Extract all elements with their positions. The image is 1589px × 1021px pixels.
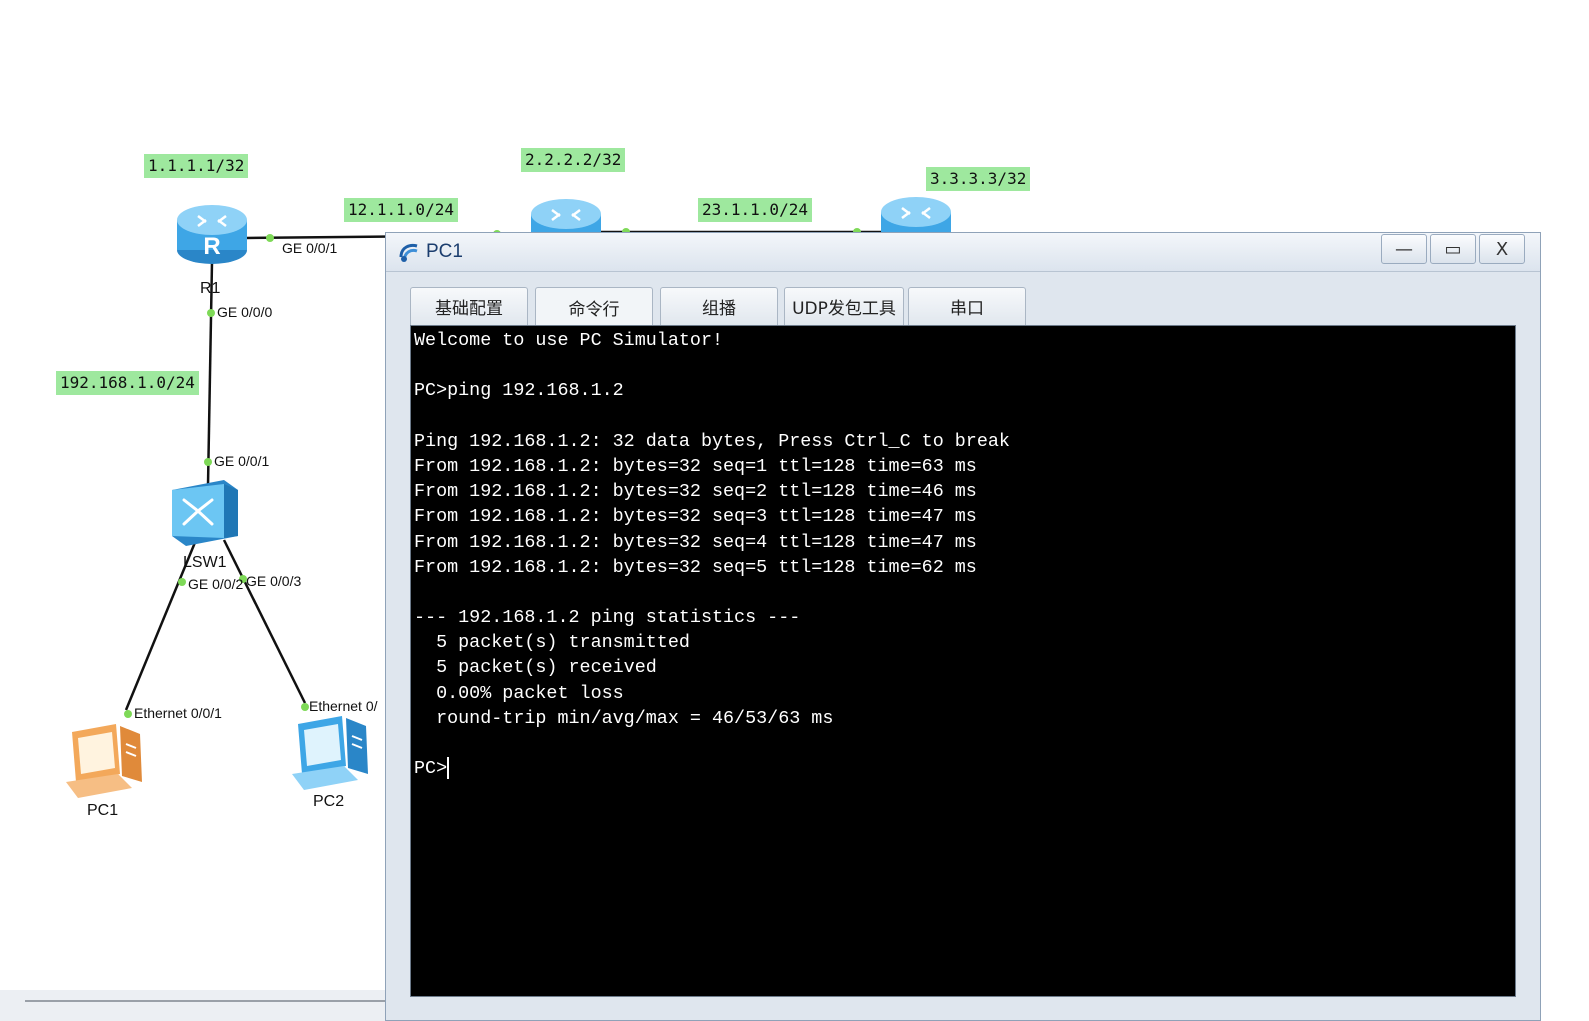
terminal-line: From 192.168.1.2: bytes=32 seq=5 ttl=128… xyxy=(414,556,977,578)
net-lan-label: 192.168.1.0/24 xyxy=(56,371,199,395)
pc-icon xyxy=(66,724,142,798)
router-icon: R xyxy=(177,205,247,264)
terminal-line: 5 packet(s) transmitted xyxy=(414,632,690,654)
close-button[interactable]: X xyxy=(1479,234,1525,264)
net-12-label: 12.1.1.0/24 xyxy=(344,198,458,222)
terminal-line: PC>ping 192.168.1.2 xyxy=(414,380,624,402)
router-glyph: R xyxy=(203,233,220,260)
terminal-line: From 192.168.1.2: bytes=32 seq=2 ttl=128… xyxy=(414,481,977,503)
router-r2[interactable] xyxy=(530,196,602,232)
pc1-name: PC1 xyxy=(87,802,119,819)
terminal-line: Welcome to use PC Simulator! xyxy=(414,330,724,351)
window-title: PC1 xyxy=(426,241,463,262)
net-23-label: 23.1.1.0/24 xyxy=(698,198,812,222)
terminal-line: Ping 192.168.1.2: 32 data bytes, Press C… xyxy=(414,430,1010,452)
pc2-device[interactable] xyxy=(290,712,370,790)
tab-multicast[interactable]: 组播 xyxy=(660,287,778,325)
lsw1-ge001-label: GE 0/0/1 xyxy=(214,453,270,469)
port-dot xyxy=(301,703,309,711)
r1-name: R1 xyxy=(200,280,221,297)
scrollbar-track xyxy=(25,1000,395,1002)
terminal-line: 5 packet(s) received xyxy=(414,657,657,679)
terminal-output[interactable]: Welcome to use PC Simulator! PC>ping 192… xyxy=(410,325,1516,997)
terminal-line: --- 192.168.1.2 ping statistics --- xyxy=(414,607,801,629)
terminal-line: round-trip min/avg/max = 46/53/63 ms xyxy=(414,707,834,729)
pc-icon xyxy=(292,716,368,790)
router-icon xyxy=(531,199,601,232)
maximize-button[interactable]: ▭ xyxy=(1430,234,1476,264)
tab-basic-config[interactable]: 基础配置 xyxy=(410,287,528,325)
terminal-line: From 192.168.1.2: bytes=32 seq=1 ttl=128… xyxy=(414,455,977,477)
r1-loopback-label: 1.1.1.1/32 xyxy=(144,154,249,178)
router-r3[interactable] xyxy=(880,194,952,232)
port-dot xyxy=(207,309,215,317)
port-dot xyxy=(266,234,274,242)
r3-loopback-label: 3.3.3.3/32 xyxy=(926,167,1031,191)
tab-udp-tool[interactable]: UDP发包工具 xyxy=(784,287,904,325)
router-r1[interactable]: R xyxy=(176,202,248,266)
terminal-line: From 192.168.1.2: bytes=32 seq=3 ttl=128… xyxy=(414,506,977,528)
port-dot xyxy=(124,710,132,718)
lsw1-name: LSW1 xyxy=(183,554,227,571)
r2-loopback-label: 2.2.2.2/32 xyxy=(521,148,626,172)
port-dot xyxy=(204,458,212,466)
lsw1-ge003-label: GE 0/0/3 xyxy=(246,573,302,589)
canvas-scrollbar[interactable] xyxy=(0,990,400,1021)
terminal-line: From 192.168.1.2: bytes=32 seq=4 ttl=128… xyxy=(414,531,977,553)
pc1-eth-label: Ethernet 0/0/1 xyxy=(134,705,222,721)
terminal-prompt: PC> xyxy=(414,758,448,780)
pc2-name: PC2 xyxy=(313,793,345,810)
terminal-prompt-line[interactable]: PC> xyxy=(414,756,1512,781)
app-logo-icon xyxy=(399,243,418,262)
pc1-window: PC1 — ▭ X 基础配置 命令行 组播 UDP发包工具 串口 Welcome… xyxy=(385,232,1541,1021)
terminal-line: 0.00% packet loss xyxy=(414,682,624,704)
port-dot xyxy=(178,578,186,586)
r1-ge001-label: GE 0/0/1 xyxy=(282,240,338,256)
switch-lsw1[interactable] xyxy=(172,480,240,546)
router-icon xyxy=(881,197,951,232)
tab-serial[interactable]: 串口 xyxy=(908,287,1026,325)
tab-command-line[interactable]: 命令行 xyxy=(535,287,653,327)
switch-icon xyxy=(172,480,238,546)
lsw1-ge002-label: GE 0/0/2 xyxy=(188,576,244,592)
minimize-button[interactable]: — xyxy=(1381,234,1427,264)
text-cursor xyxy=(447,757,450,780)
pc1-device[interactable] xyxy=(64,720,144,798)
link-lsw1-pc2 xyxy=(222,539,307,704)
r1-ge000-label: GE 0/0/0 xyxy=(217,304,273,320)
window-titlebar[interactable]: PC1 — ▭ X xyxy=(386,233,1540,272)
